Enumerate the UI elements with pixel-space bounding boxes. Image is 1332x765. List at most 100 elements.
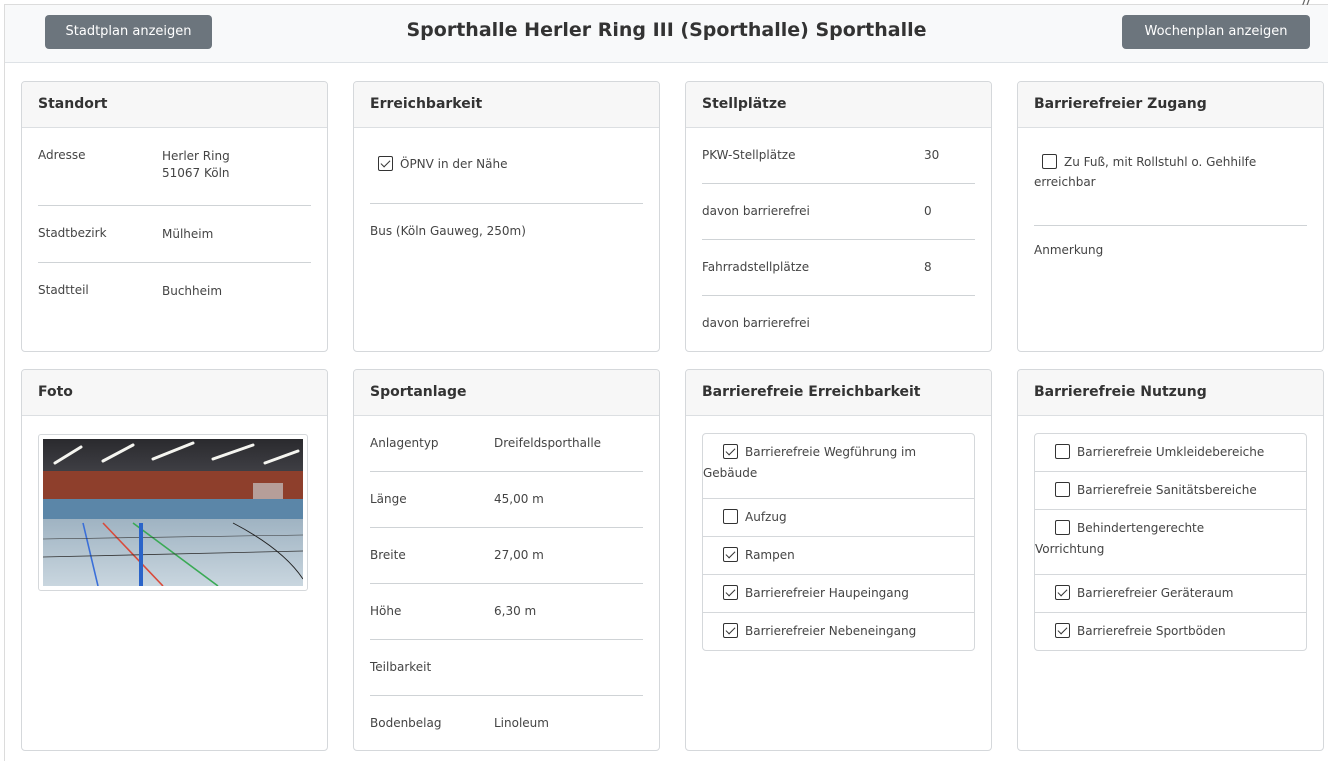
list-item[interactable]: Barrierefreie Wegführung im Gebäude [703,434,974,499]
public-transport-checkbox-row[interactable]: ÖPNV in der Nähe [370,128,643,204]
card-title: Stellplätze [686,82,991,128]
item-label: Barrierefreie Wegführung im [745,445,917,459]
list-item[interactable]: Barrierefreie Umkleidebereiche [1035,434,1306,472]
unchecked-checkbox-icon[interactable] [1055,482,1070,497]
field-label: Höhe [370,604,402,618]
card-title: Barrierefreie Nutzung [1018,370,1323,416]
list-item[interactable]: Aufzug [703,499,974,537]
item-label: Rampen [745,548,795,562]
item-label: Barrierefreie Sanitätsbereiche [1077,483,1257,497]
field-value: Mülheim [162,227,214,241]
field-label: Adresse [38,148,86,162]
field-value: 0 [924,204,932,218]
checked-checkbox-icon[interactable] [723,585,738,600]
field-label: Stadtbezirk [38,226,107,240]
list-item[interactable]: Behindertengerechte Vorrichtung [1035,510,1306,575]
parking-row: PKW-Stellplätze 30 [702,128,975,184]
field-label: Teilbarkeit [370,660,432,674]
field-label: Länge [370,492,407,506]
field-label: Breite [370,548,406,562]
district-row: Stadtbezirk Mülheim [38,206,311,263]
list-item[interactable]: Barrierefreier Haupeingang [703,575,974,613]
barrierefreier-zugang-card: Barrierefreier Zugang Zu Fuß, mit Rollst… [1017,81,1324,352]
show-week-plan-button[interactable]: Wochenplan anzeigen [1122,15,1310,49]
sportanlage-card: Sportanlage Anlagentyp Dreifeldsporthall… [353,369,660,751]
unchecked-checkbox-icon[interactable] [1055,520,1070,535]
field-value: 27,00 m [494,548,544,562]
address-street: Herler Ring [162,149,230,163]
checkbox-label-continued: erreichbar [1034,175,1096,189]
checked-checkbox-icon[interactable] [723,623,738,638]
item-label: Aufzug [745,510,787,524]
parking-accessible-row: davon barrierefrei 0 [702,184,975,240]
floor-covering-row: Bodenbelag Linoleum [370,696,643,750]
field-value [494,660,643,695]
field-value: Linoleum [494,716,549,730]
card-title: Barrierefreier Zugang [1018,82,1323,128]
quarter-row: Stadtteil Buchheim [38,263,311,320]
checkbox-label: ÖPNV in der Nähe [400,157,508,171]
item-label: Behindertengerechte [1077,521,1205,535]
item-label: Barrierefreier Geräteraum [1077,586,1234,600]
transport-detail: Bus (Köln Gauweg, 250m) [370,224,526,238]
card-title: Barrierefreie Erreichbarkeit [686,370,991,416]
list-item[interactable]: Rampen [703,537,974,575]
length-row: Länge 45,00 m [370,472,643,528]
gym-photo[interactable] [38,434,308,591]
checked-checkbox-icon[interactable] [1055,623,1070,638]
field-label: Bodenbelag [370,716,442,730]
address-row: Adresse Herler Ring 51067 Köln [38,128,311,206]
card-title: Sportanlage [354,370,659,416]
accessible-entry-checkbox-row[interactable]: Zu Fuß, mit Rollstuhl o. Gehhilfe erreic… [1034,128,1307,226]
field-value: 45,00 m [494,492,544,506]
checked-checkbox-icon[interactable] [1055,585,1070,600]
item-label-continued: Gebäude [703,466,758,480]
checked-checkbox-icon[interactable] [723,547,738,562]
top-bar: Stadtplan anzeigen Sporthalle Herler Rin… [5,5,1328,63]
stellplaetze-card: Stellplätze PKW-Stellplätze 30 davon bar… [685,81,992,352]
unchecked-checkbox-icon[interactable] [723,509,738,524]
address-city: 51067 Köln [162,166,230,180]
card-title: Foto [22,370,327,416]
item-label-continued: Vorrichtung [1035,542,1105,556]
facility-type-row: Anlagentyp Dreifeldsporthalle [370,416,643,472]
accessibility-list: Barrierefreie Wegführung im Gebäude Aufz… [702,433,975,651]
list-item[interactable]: Barrierefreie Sportböden [1035,613,1306,650]
card-title: Erreichbarkeit [354,82,659,128]
foto-card: Foto [21,369,328,751]
field-value: 8 [924,260,932,274]
list-item[interactable]: Barrierefreie Sanitätsbereiche [1035,472,1306,510]
field-label: PKW-Stellplätze [702,148,796,162]
divisibility-row: Teilbarkeit [370,640,643,696]
field-label: davon barrierefrei [702,204,810,218]
field-label: davon barrierefrei [702,316,810,330]
width-row: Breite 27,00 m [370,528,643,584]
item-label: Barrierefreie Umkleidebereiche [1077,445,1265,459]
item-label: Barrierefreier Haupeingang [745,586,909,600]
field-label: Anlagentyp [370,436,439,450]
list-item[interactable]: Barrierefreier Geräteraum [1035,575,1306,613]
checked-checkbox-icon[interactable] [723,444,738,459]
gym-photo-image [43,439,303,586]
unchecked-checkbox-icon[interactable] [1055,444,1070,459]
item-label: Barrierefreie Sportböden [1077,624,1226,638]
field-value: Buchheim [162,284,223,298]
field-label: Fahrradstellplätze [702,260,810,274]
barrierefreie-nutzung-card: Barrierefreie Nutzung Barrierefreie Umkl… [1017,369,1324,751]
erreichbarkeit-card: Erreichbarkeit ÖPNV in der Nähe Bus (Köl… [353,81,660,352]
checkbox-label: Zu Fuß, mit Rollstuhl o. Gehhilfe [1064,155,1257,169]
barrierefreie-erreichbarkeit-card: Barrierefreie Erreichbarkeit Barrierefre… [685,369,992,751]
usage-list: Barrierefreie Umkleidebereiche Barrieref… [1034,433,1307,651]
height-row: Höhe 6,30 m [370,584,643,640]
standort-card: Standort Adresse Herler Ring 51067 Köln … [21,81,328,352]
item-label: Barrierefreier Nebeneingang [745,624,917,638]
checked-checkbox-icon[interactable] [378,156,393,171]
field-value [924,316,975,351]
field-value: Dreifeldsporthalle [494,436,602,450]
bike-accessible-row: davon barrierefrei [702,296,975,351]
remark-label: Anmerkung [1034,243,1104,257]
field-value: 30 [924,148,940,162]
list-item[interactable]: Barrierefreier Nebeneingang [703,613,974,650]
card-title: Standort [22,82,327,128]
unchecked-checkbox-icon[interactable] [1042,154,1057,169]
